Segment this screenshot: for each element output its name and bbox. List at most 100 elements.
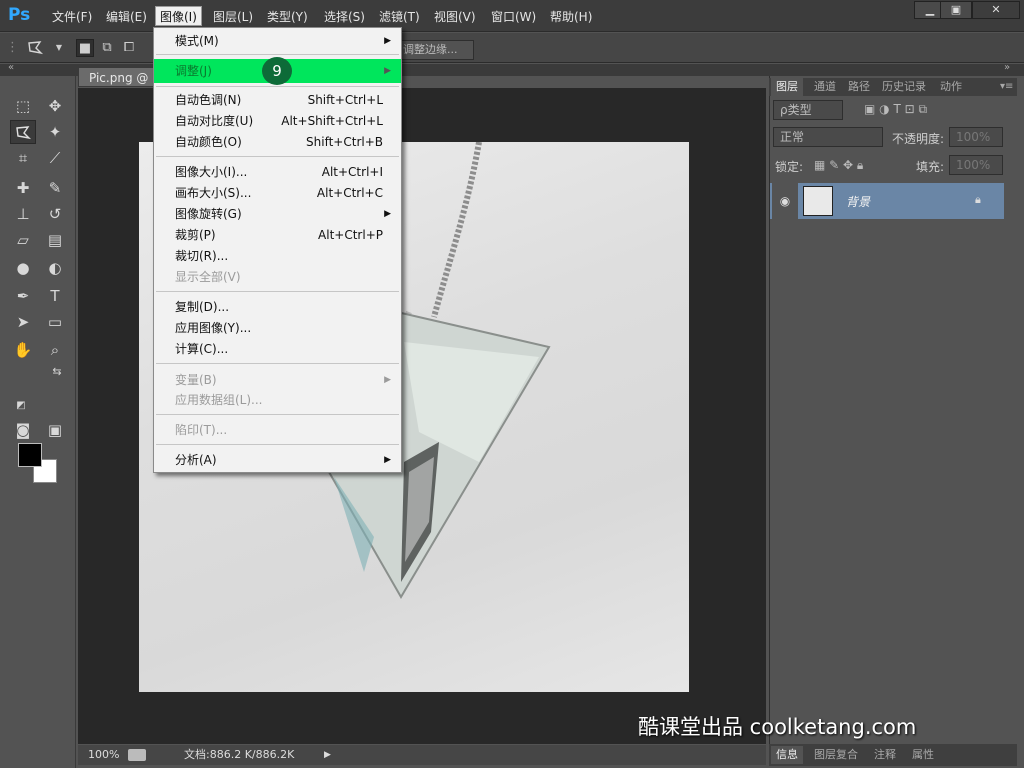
eye-icon[interactable]: ◉ [772, 183, 798, 219]
fill-input[interactable]: 100% [949, 155, 1003, 175]
menu-item-apply-image[interactable]: 应用图像(Y)... [154, 318, 401, 339]
menu-item-label: 模式(M) [175, 34, 219, 48]
menu-edit[interactable]: 编辑(E) [102, 7, 151, 27]
menu-item-label: 自动颜色(O) [175, 135, 242, 149]
submenu-arrow-icon: ▶ [384, 455, 391, 465]
collapse-right-icon[interactable]: » [1004, 62, 1010, 73]
tab-paths[interactable]: 路径 [843, 78, 875, 96]
rectangle-tool-icon[interactable]: ▭ [42, 310, 68, 334]
menu-item-label: 计算(C)... [175, 342, 229, 356]
submenu-arrow-icon: ▶ [384, 36, 391, 46]
menu-item-analysis[interactable]: 分析(A) ▶ [154, 450, 401, 471]
document-tab[interactable]: Pic.png @ 1 [78, 67, 160, 87]
restore-button[interactable]: ▣ [940, 1, 972, 19]
new-selection-icon[interactable]: ■ [76, 39, 94, 57]
menu-filter[interactable]: 滤镜(T) [375, 7, 424, 27]
swap-colors-icon[interactable]: ⇆ [44, 360, 70, 384]
menu-item-image-rotation[interactable]: 图像旋转(G) ▶ [154, 204, 401, 225]
panel-menu-icon[interactable]: ▾≡ [995, 78, 1018, 96]
menu-separator [156, 414, 399, 415]
menu-select[interactable]: 选择(S) [320, 7, 369, 27]
menu-item-auto-tone[interactable]: 自动色调(N) Shift+Ctrl+L [154, 90, 401, 111]
menu-item-apply-data-set: 应用数据组(L)... [154, 390, 401, 411]
clone-stamp-tool-icon[interactable]: ⊥ [10, 202, 36, 226]
menu-item-auto-color[interactable]: 自动颜色(O) Shift+Ctrl+B [154, 132, 401, 153]
subtract-selection-icon[interactable]: ⧠ [120, 39, 138, 57]
zoom-level[interactable]: 100% [88, 745, 119, 765]
menu-item-auto-contrast[interactable]: 自动对比度(U) Alt+Shift+Ctrl+L [154, 111, 401, 132]
tab-layers[interactable]: 图层 [771, 78, 803, 96]
healing-brush-tool-icon[interactable]: ✚ [10, 176, 36, 200]
menu-item-label: 调整(J) [175, 64, 212, 78]
tab-layer-comps[interactable]: 图层复合 [809, 746, 863, 764]
history-brush-tool-icon[interactable]: ↺ [42, 202, 68, 226]
blur-tool-icon[interactable]: ● [10, 256, 36, 280]
menu-item-mode[interactable]: 模式(M) ▶ [154, 31, 401, 52]
marquee-tool-icon[interactable]: ⬚ [10, 94, 36, 118]
menu-window[interactable]: 窗口(W) [487, 7, 540, 27]
menu-item-trim[interactable]: 裁切(R)... [154, 246, 401, 267]
pen-tool-icon[interactable]: ✒ [10, 284, 36, 308]
add-selection-icon[interactable]: ⧉ [98, 39, 116, 57]
menu-layer[interactable]: 图层(L) [209, 7, 257, 27]
screen-mode-icon[interactable]: ▣ [42, 418, 68, 442]
eyedropper-tool-icon[interactable]: ⟋ [42, 146, 68, 170]
collapse-left-icon[interactable]: « [8, 62, 14, 73]
layer-name[interactable]: 背景 [846, 193, 870, 210]
polygonal-lasso-preset-icon[interactable] [26, 39, 44, 57]
menu-item-reveal-all: 显示全部(V) [154, 267, 401, 288]
menu-item-label: 裁切(R)... [175, 249, 229, 263]
tab-history[interactable]: 历史记录 [877, 78, 931, 96]
opacity-input[interactable]: 100% [949, 127, 1003, 147]
quick-mask-icon[interactable]: ◙ [10, 418, 36, 442]
magic-wand-tool-icon[interactable]: ✦ [42, 120, 68, 144]
opacity-label: 不透明度: [892, 132, 945, 146]
menu-separator [156, 363, 399, 364]
menu-item-label: 分析(A) [175, 453, 217, 467]
dodge-tool-icon[interactable]: ◐ [42, 256, 68, 280]
close-button[interactable]: ✕ [972, 1, 1020, 19]
menu-view[interactable]: 视图(V) [430, 7, 480, 27]
layers-panel [769, 76, 1017, 744]
submenu-arrow-icon: ▶ [384, 375, 391, 385]
menu-item-image-size[interactable]: 图像大小(I)... Alt+Ctrl+I [154, 162, 401, 183]
layers-panel-tabs: 图层 通道 路径 历史记录 动作 ▾≡ [769, 78, 1017, 96]
eraser-tool-icon[interactable]: ▱ [10, 228, 36, 252]
tab-channels[interactable]: 通道 [809, 78, 841, 96]
crop-tool-icon[interactable]: ⌗ [10, 146, 36, 170]
refine-edge-button[interactable]: 调整边缘... [396, 40, 474, 60]
chevron-down-icon[interactable]: ▼ [50, 39, 68, 57]
menu-item-crop[interactable]: 裁剪(P) Alt+Ctrl+P [154, 225, 401, 246]
tab-notes[interactable]: 注释 [869, 746, 901, 764]
menu-help[interactable]: 帮助(H) [546, 7, 596, 27]
menu-item-variables: 变量(B) ▶ [154, 370, 401, 391]
move-tool-icon[interactable]: ✥ [42, 94, 68, 118]
type-tool-icon[interactable]: T [42, 284, 68, 308]
lock-icons[interactable]: ▦ ✎ ✥ 🔒︎ [814, 158, 863, 173]
hand-tool-icon[interactable]: ✋ [10, 338, 36, 362]
status-arrow-icon[interactable]: ▶ [324, 745, 331, 765]
menu-image[interactable]: 图像(I) [155, 6, 202, 26]
menu-type[interactable]: 类型(Y) [263, 7, 312, 27]
menu-item-canvas-size[interactable]: 画布大小(S)... Alt+Ctrl+C [154, 183, 401, 204]
foreground-color-swatch[interactable] [18, 443, 42, 467]
tab-actions[interactable]: 动作 [935, 78, 967, 96]
menu-item-label: 应用数据组(L)... [175, 393, 263, 407]
tab-properties[interactable]: 属性 [907, 746, 939, 764]
menu-item-calculations[interactable]: 计算(C)... [154, 339, 401, 360]
tab-info[interactable]: 信息 [771, 746, 803, 764]
menu-item-label: 陷印(T)... [175, 423, 228, 437]
gradient-tool-icon[interactable]: ▤ [42, 228, 68, 252]
default-colors-icon[interactable]: ◩ [8, 394, 34, 418]
grip-icon: ⋮ [6, 40, 19, 55]
menu-file[interactable]: 文件(F) [48, 7, 96, 27]
brush-tool-icon[interactable]: ✎ [42, 176, 68, 200]
path-selection-tool-icon[interactable]: ➤ [10, 310, 36, 334]
layer-filter-select[interactable]: ρ类型 [773, 100, 843, 120]
lasso-tool-icon[interactable] [10, 120, 36, 144]
filter-icons[interactable]: ▣ ◑ T ⊡ ⧉ [864, 102, 927, 117]
blend-mode-select[interactable]: 正常 [773, 127, 883, 147]
zoom-tool-icon[interactable]: ⌕ [42, 338, 68, 362]
image-menu-dropdown: 模式(M) ▶ 调整(J) ▶ 自动色调(N) Shift+Ctrl+L 自动对比度(… [153, 27, 402, 473]
menu-item-duplicate[interactable]: 复制(D)... [154, 297, 401, 318]
